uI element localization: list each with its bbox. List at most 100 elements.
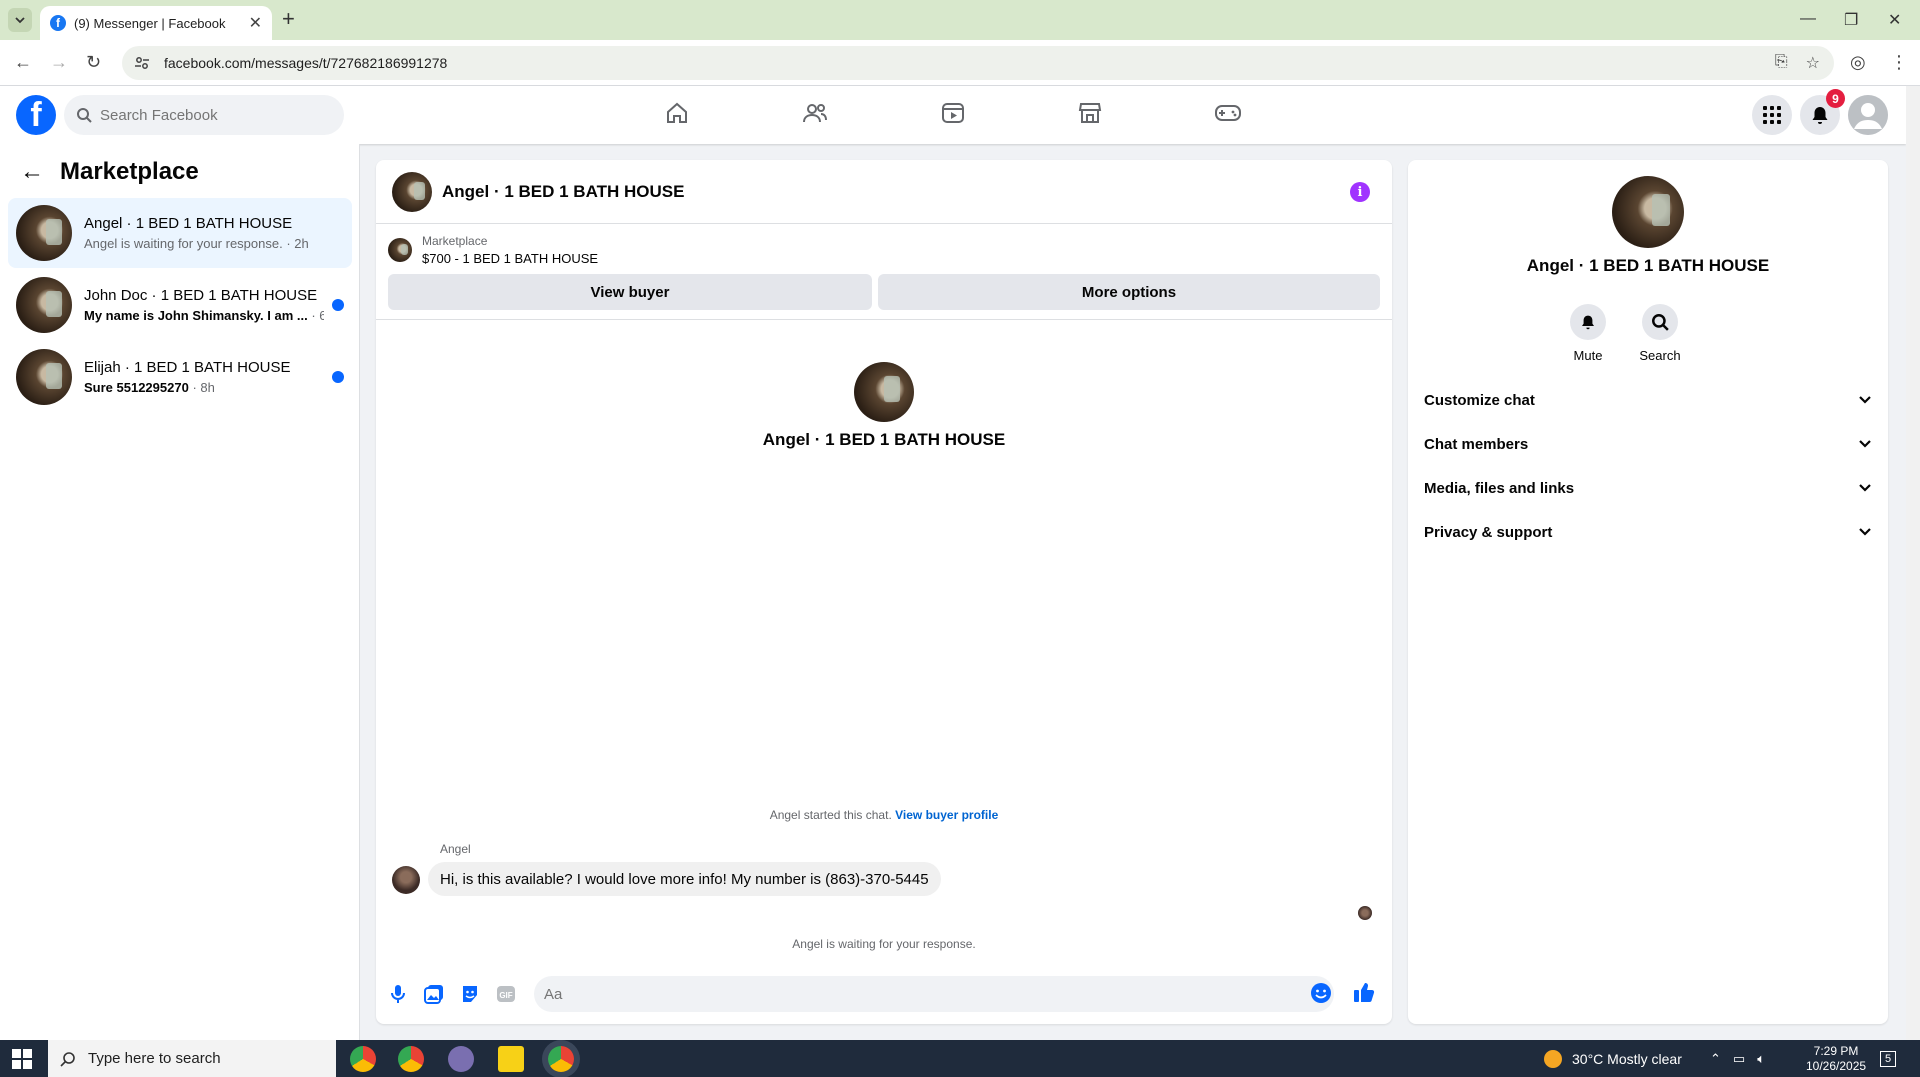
chevron-down-icon xyxy=(1859,396,1871,404)
weather-icon xyxy=(1544,1049,1562,1068)
clock[interactable]: 7:29 PM 10/26/2025 xyxy=(1806,1040,1866,1077)
back-arrow-icon[interactable]: ← xyxy=(20,158,44,186)
windows-taskbar: Type here to search 30°C Mostly clear ⌃ … xyxy=(0,1040,1920,1077)
forward-button[interactable]: → xyxy=(50,52,68,73)
sticker-icon[interactable] xyxy=(458,982,482,1006)
system-tray[interactable]: ⌃ ▭ 🔈︎ xyxy=(1710,1040,1765,1077)
privacy-support-section[interactable]: Privacy & support xyxy=(1416,510,1880,554)
chrome-icon[interactable] xyxy=(398,1046,424,1072)
avatar[interactable] xyxy=(392,171,432,212)
message-bubble[interactable]: Hi, is this available? I would love more… xyxy=(428,862,941,896)
chrome-icon[interactable] xyxy=(350,1046,376,1072)
marketplace-listing-bar: Marketplace $700 - 1 BED 1 BATH HOUSE Vi… xyxy=(376,224,1392,320)
friends-icon[interactable] xyxy=(802,100,828,126)
message-composer: GIF xyxy=(376,972,1392,1020)
marketplace-icon[interactable] xyxy=(1077,100,1103,126)
facebook-search[interactable] xyxy=(64,95,344,135)
menu-kebab-icon[interactable]: ⋮ xyxy=(1890,52,1908,73)
info-icon[interactable]: i xyxy=(1350,182,1370,202)
view-buyer-button[interactable]: View buyer xyxy=(388,274,872,310)
back-button[interactable]: ← xyxy=(14,52,32,73)
conversation-item[interactable]: Elijah · 1 BED 1 BATH HOUSE Sure 5512295… xyxy=(8,342,352,412)
avatar[interactable] xyxy=(392,866,420,894)
sender-name: Angel xyxy=(440,842,471,856)
page-scrollbar[interactable] xyxy=(1906,86,1920,1040)
section-label: Customize chat xyxy=(1424,391,1535,409)
waiting-note: Angel is waiting for your response. xyxy=(792,937,976,951)
section-label: Media, files and links xyxy=(1424,479,1575,497)
media-files-section[interactable]: Media, files and links xyxy=(1416,466,1880,510)
chevron-down-icon xyxy=(1859,440,1871,448)
chat-title[interactable]: Angel · 1 BED 1 BATH HOUSE xyxy=(442,182,684,202)
network-icon[interactable]: ▭ xyxy=(1733,1051,1745,1067)
close-tab-icon[interactable]: ✕ xyxy=(249,13,262,33)
emoji-icon[interactable] xyxy=(1309,981,1333,1005)
bell-icon xyxy=(1582,315,1594,330)
bookmark-star-icon[interactable]: ☆ xyxy=(1806,53,1820,73)
chrome-active-icon[interactable] xyxy=(548,1046,574,1072)
browser-tab[interactable]: f (9) Messenger | Facebook ✕ xyxy=(40,6,272,40)
avatar xyxy=(16,205,72,261)
message-input[interactable] xyxy=(534,976,1334,1012)
section-label: Chat members xyxy=(1424,435,1529,453)
facebook-logo[interactable]: f xyxy=(16,95,56,135)
weather-widget[interactable]: 30°C Mostly clear xyxy=(1544,1040,1682,1077)
conversation-preview: My name is John Shimansky. I am ... xyxy=(84,308,308,323)
message-textbox[interactable] xyxy=(544,985,1304,1003)
restore-button[interactable]: ❐ xyxy=(1844,10,1858,30)
chevron-up-icon[interactable]: ⌃ xyxy=(1710,1051,1721,1067)
avatar[interactable] xyxy=(1612,176,1684,248)
notification-center-icon[interactable]: 5 xyxy=(1880,1040,1897,1077)
tab-search-button[interactable] xyxy=(8,8,32,32)
bell-icon xyxy=(1812,107,1828,124)
close-window-button[interactable]: ✕ xyxy=(1888,10,1901,30)
minimize-button[interactable]: — xyxy=(1800,10,1816,28)
microphone-icon[interactable] xyxy=(386,982,410,1006)
gif-icon[interactable]: GIF xyxy=(494,982,518,1006)
chat-panel: Angel · 1 BED 1 BATH HOUSE i Marketplace… xyxy=(376,160,1392,1024)
home-icon[interactable] xyxy=(664,100,690,126)
omnibox[interactable]: facebook.com/messages/t/727682186991278 … xyxy=(122,46,1834,80)
conversation-list-panel: ← Marketplace Angel · 1 BED 1 BATH HOUSE… xyxy=(0,144,360,1040)
chat-header: Angel · 1 BED 1 BATH HOUSE i xyxy=(376,160,1392,224)
facebook-header: f 9 xyxy=(0,86,1906,144)
app-icon[interactable] xyxy=(448,1046,474,1072)
marketplace-label: Marketplace xyxy=(422,234,488,248)
unread-dot xyxy=(332,371,344,383)
conversation-name: Angel · 1 BED 1 BATH HOUSE xyxy=(84,215,293,232)
like-icon[interactable] xyxy=(1352,980,1376,1004)
more-options-button[interactable]: More options xyxy=(878,274,1380,310)
avatar-icon xyxy=(1848,95,1888,135)
address-bar-row: ← → ↻ facebook.com/messages/t/7276821869… xyxy=(0,40,1920,86)
account-avatar[interactable] xyxy=(1848,95,1888,135)
photo-icon[interactable] xyxy=(422,982,446,1006)
mute-button[interactable]: Mute xyxy=(1558,304,1618,363)
conversation-item[interactable]: John Doc · 1 BED 1 BATH HOUSE My name is… xyxy=(8,270,352,340)
windows-start-icon[interactable] xyxy=(12,1049,32,1069)
view-buyer-profile-link[interactable]: View buyer profile xyxy=(895,808,998,822)
chat-members-section[interactable]: Chat members xyxy=(1416,422,1880,466)
gaming-icon[interactable] xyxy=(1214,100,1242,126)
taskbar-search-placeholder: Type here to search xyxy=(88,1050,221,1067)
conversation-name: John Doc · 1 BED 1 BATH HOUSE xyxy=(84,287,318,304)
listing-thumbnail xyxy=(388,238,412,262)
site-settings-icon[interactable] xyxy=(134,55,150,71)
taskbar-search[interactable]: Type here to search xyxy=(48,1040,336,1077)
search-icon xyxy=(1652,314,1669,331)
avatar xyxy=(16,349,72,405)
new-tab-button[interactable]: + xyxy=(282,8,295,30)
reload-button[interactable]: ↻ xyxy=(86,52,101,73)
conversation-item[interactable]: Angel · 1 BED 1 BATH HOUSE Angel is wait… xyxy=(8,198,352,268)
search-conversation-button[interactable]: Search xyxy=(1630,304,1690,363)
listing-title[interactable]: $700 - 1 BED 1 BATH HOUSE xyxy=(422,251,598,266)
menu-grid-button[interactable] xyxy=(1752,95,1792,135)
install-app-icon[interactable]: ⎘ xyxy=(1775,53,1788,73)
profile-icon[interactable]: ◎ xyxy=(1850,52,1866,73)
video-icon[interactable] xyxy=(940,100,966,126)
conversation-details-panel: Angel · 1 BED 1 BATH HOUSE Mute Search C… xyxy=(1408,160,1888,1024)
customize-chat-section[interactable]: Customize chat xyxy=(1416,378,1880,422)
volume-icon[interactable]: 🔈︎ xyxy=(1757,1051,1765,1067)
sticky-notes-icon[interactable] xyxy=(498,1046,524,1072)
facebook-search-input[interactable] xyxy=(100,106,320,124)
details-name: Angel · 1 BED 1 BATH HOUSE xyxy=(1526,256,1770,275)
